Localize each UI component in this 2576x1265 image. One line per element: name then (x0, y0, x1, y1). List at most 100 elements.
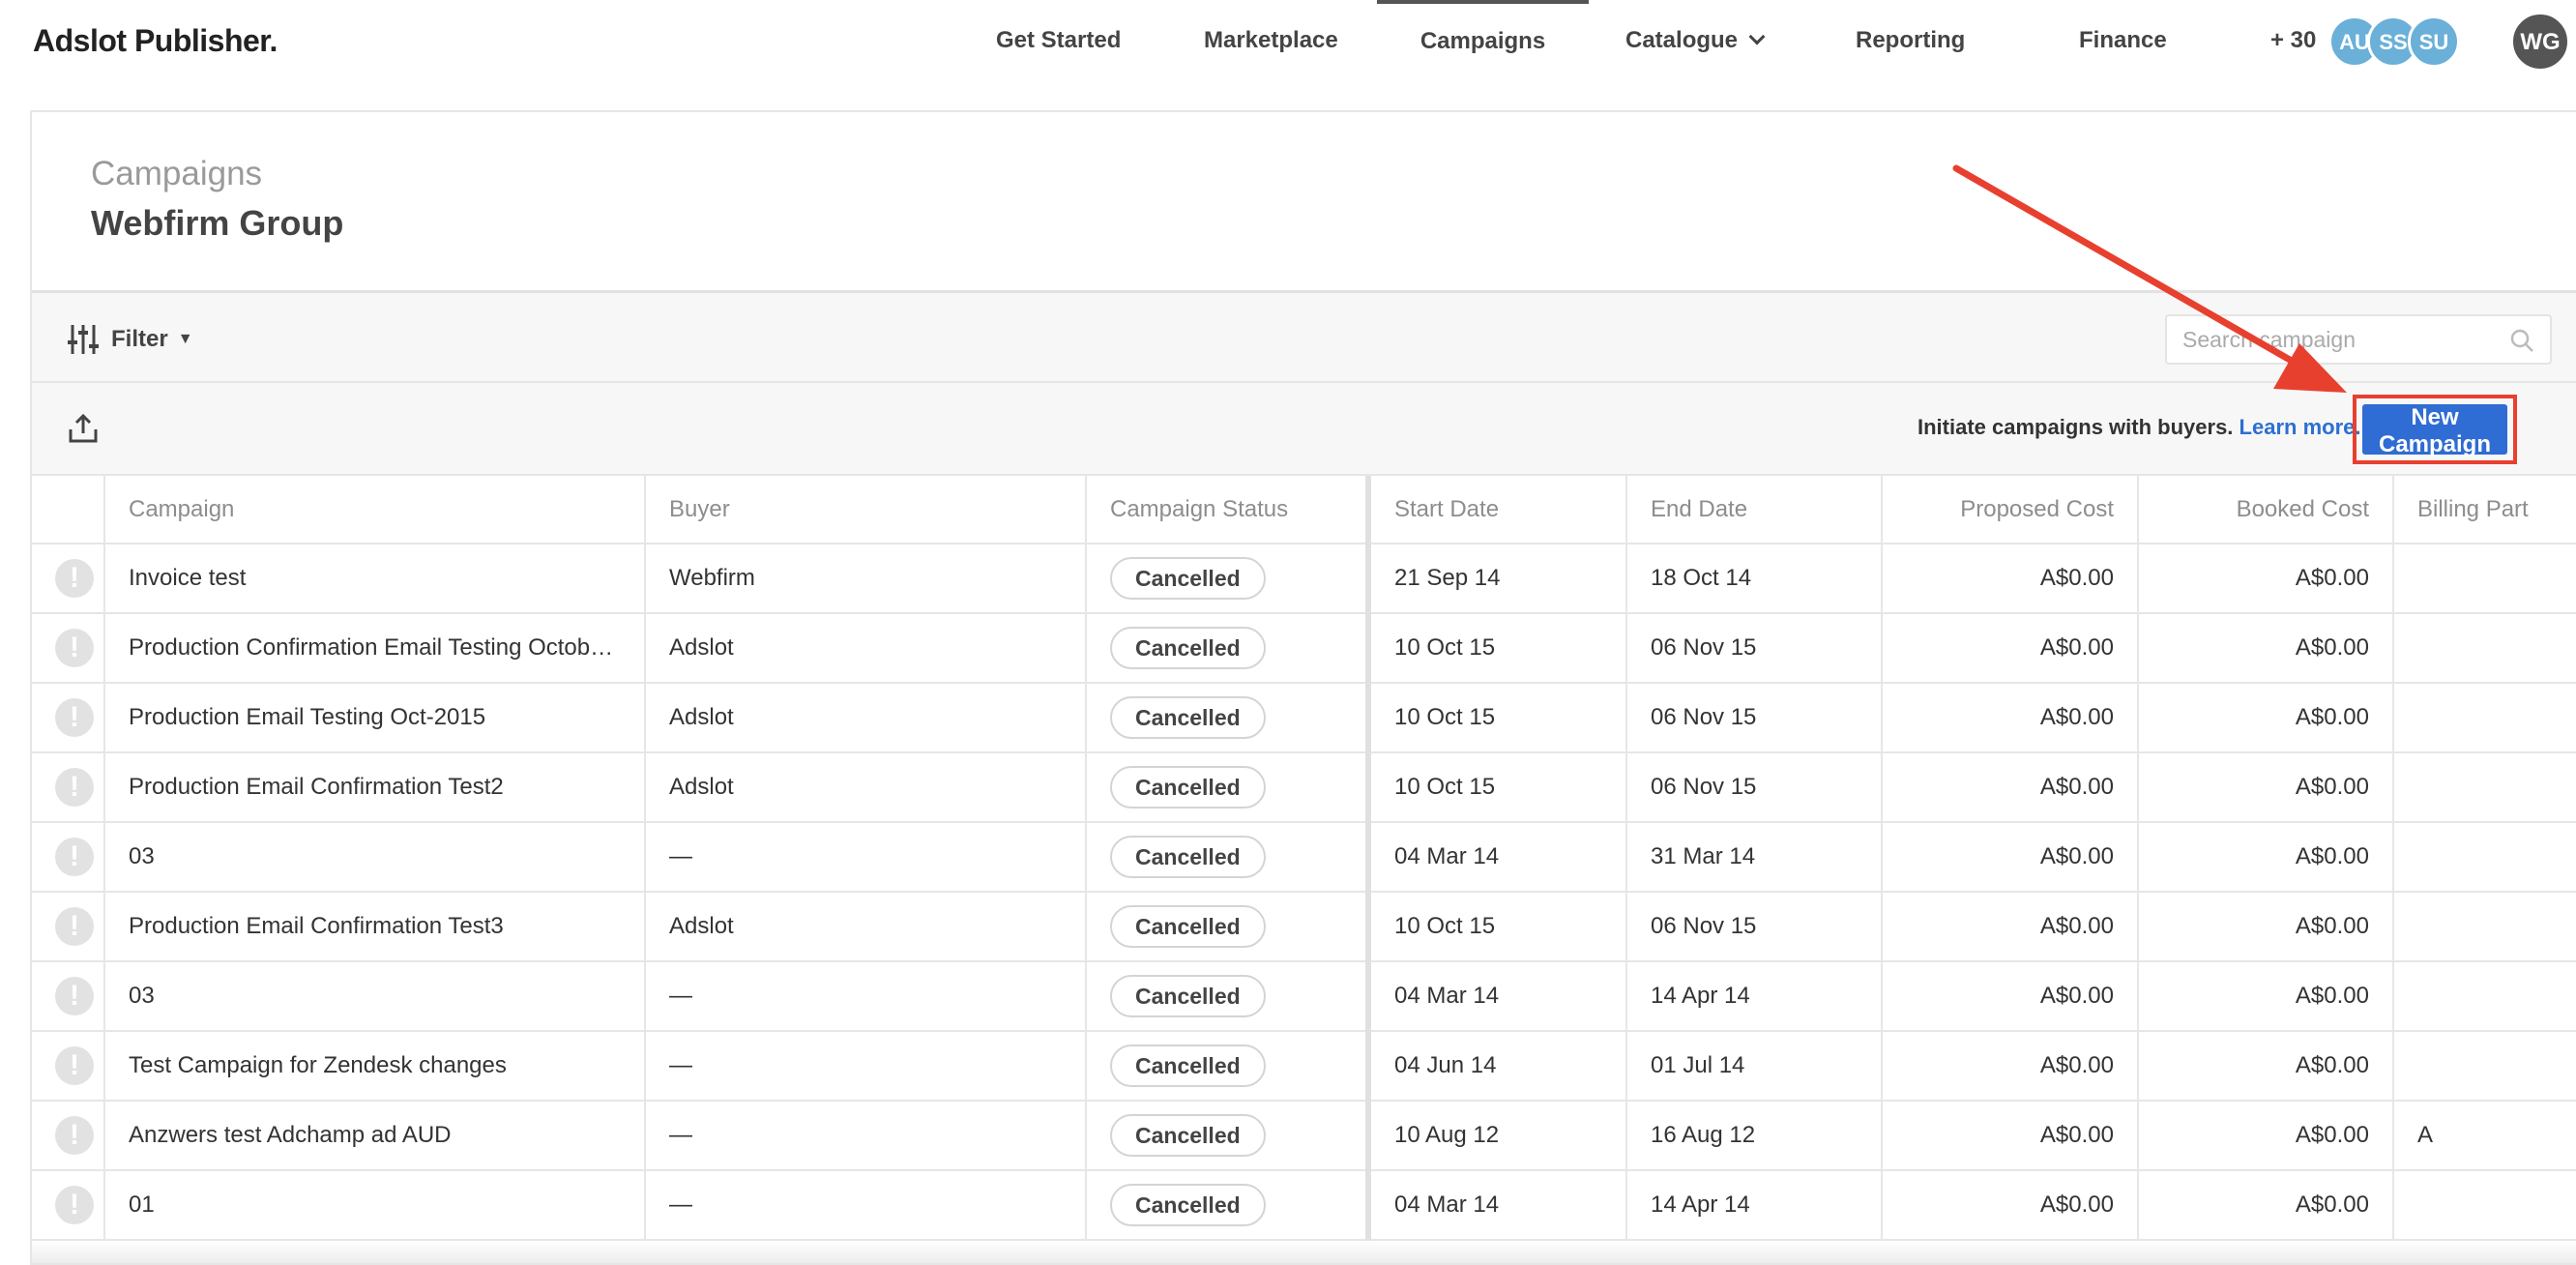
status-badge: Cancelled (1110, 766, 1266, 809)
table-header-row: Campaign Buyer Campaign Status Start Dat… (32, 476, 2576, 544)
column-header-buyer[interactable]: Buyer (645, 476, 1087, 544)
campaign-name-cell: 01 (104, 1170, 646, 1241)
proposed-cost-cell: A$0.00 (1882, 683, 2139, 753)
start-date-cell: 04 Mar 14 (1368, 822, 1627, 893)
alert-icon: ! (55, 1186, 94, 1224)
table-row[interactable]: ! 03— Cancelled 04 Mar 14 31 Mar 14 A$0.00 A$0… (32, 822, 2576, 893)
alert-icon: ! (55, 907, 94, 946)
column-header-status[interactable]: Campaign Status (1086, 476, 1371, 544)
nav-get-started[interactable]: Get Started (996, 0, 1121, 81)
learn-more-link[interactable]: Learn more. (2239, 415, 2361, 439)
status-badge: Cancelled (1110, 1114, 1266, 1157)
table-row[interactable]: ! Test Campaign for Zendesk changes — Cance… (32, 1031, 2576, 1102)
billing-partner-cell (2393, 683, 2576, 753)
buyer-cell: — (645, 822, 1087, 893)
alert-icon: ! (55, 1046, 94, 1085)
search-box (2165, 314, 2552, 365)
warning-icon: ! (32, 752, 105, 823)
start-date-cell: 04 Jun 14 (1368, 1031, 1627, 1102)
status-badge: Cancelled (1110, 1044, 1266, 1087)
status-badge: Cancelled (1110, 1184, 1266, 1226)
status-cell: Cancelled (1086, 683, 1371, 753)
nav-marketplace[interactable]: Marketplace (1204, 0, 1338, 81)
end-date-cell: 06 Nov 15 (1626, 892, 1883, 962)
nav-reporting[interactable]: Reporting (1856, 0, 1965, 81)
status-cell: Cancelled (1086, 1101, 1371, 1171)
table-row[interactable]: ! Production Email Confirmation Test2 Adsl… (32, 752, 2576, 823)
end-date-cell: 06 Nov 15 (1626, 613, 1883, 684)
status-cell: Cancelled (1086, 822, 1371, 893)
status-cell: Cancelled (1086, 961, 1371, 1032)
end-date-cell: 18 Oct 14 (1626, 544, 1883, 614)
table-row[interactable]: ! Production Confirmation Email Testing O… (32, 613, 2576, 684)
table-row[interactable]: ! Production Email Confirmation Test3 Adsl… (32, 892, 2576, 962)
end-date-cell: 06 Nov 15 (1626, 683, 1883, 753)
nav-catalogue[interactable]: Catalogue (1625, 0, 1766, 81)
new-campaign-button[interactable]: New Campaign (2362, 404, 2507, 457)
nav-campaigns[interactable]: Campaigns (1377, 0, 1589, 81)
column-header-booked-cost[interactable]: Booked Cost (2138, 476, 2394, 544)
column-header-end-date[interactable]: End Date (1626, 476, 1883, 544)
export-icon[interactable] (67, 412, 100, 445)
status-badge: Cancelled (1110, 905, 1266, 948)
column-header-icon (32, 476, 105, 544)
billing-partner-cell (2393, 1031, 2576, 1102)
billing-partner-cell (2393, 892, 2576, 962)
campaign-name-cell: 03 (104, 961, 646, 1032)
warning-icon: ! (32, 544, 105, 614)
nav-finance[interactable]: Finance (2079, 0, 2167, 81)
buyer-cell: — (645, 1170, 1087, 1241)
buyer-cell: — (645, 961, 1087, 1032)
search-icon[interactable] (2509, 328, 2534, 353)
billing-partner-cell (2393, 961, 2576, 1032)
alert-icon: ! (55, 629, 94, 667)
alert-icon: ! (55, 1116, 94, 1155)
proposed-cost-cell: A$0.00 (1882, 822, 2139, 893)
search-input[interactable] (2182, 316, 2502, 363)
alert-icon: ! (55, 838, 94, 876)
end-date-cell: 14 Apr 14 (1626, 1170, 1883, 1241)
buyer-cell: Webfirm (645, 544, 1087, 614)
table-row[interactable]: ! Invoice test Webfirm Cancelled 21 Sep 14 18… (32, 544, 2576, 614)
booked-cost-cell: A$0.00 (2138, 961, 2394, 1032)
campaign-name-cell: Production Email Testing Oct-2015 (104, 683, 646, 753)
table-row[interactable]: ! Production Email Testing Oct-2015 Adslot… (32, 683, 2576, 753)
proposed-cost-cell: A$0.00 (1882, 613, 2139, 684)
filter-button[interactable]: Filter ▼ (67, 322, 193, 357)
proposed-cost-cell: A$0.00 (1882, 544, 2139, 614)
campaign-name-cell: 03 (104, 822, 646, 893)
user-avatar[interactable]: WG (2510, 12, 2570, 72)
start-date-cell: 04 Mar 14 (1368, 961, 1627, 1032)
proposed-cost-cell: A$0.00 (1882, 892, 2139, 962)
filter-label: Filter (111, 326, 168, 352)
scroll-fade (32, 1240, 2576, 1263)
column-header-campaign[interactable]: Campaign (104, 476, 646, 544)
booked-cost-cell: A$0.00 (2138, 752, 2394, 823)
warning-icon: ! (32, 822, 105, 893)
status-badge: Cancelled (1110, 696, 1266, 739)
warning-icon: ! (32, 1101, 105, 1171)
table-row[interactable]: ! 01— Cancelled 04 Mar 14 14 Apr 14 A$0.00 A$0… (32, 1170, 2576, 1241)
column-header-proposed-cost[interactable]: Proposed Cost (1882, 476, 2139, 544)
brand-logo[interactable]: Adslot Publisher. (33, 23, 278, 59)
campaign-name-cell: Production Confirmation Email Testing Oc… (104, 613, 646, 684)
campaign-name-cell: Invoice test (104, 544, 646, 614)
more-users-count[interactable]: + 30 (2270, 0, 2316, 81)
status-badge: Cancelled (1110, 975, 1266, 1017)
booked-cost-cell: A$0.00 (2138, 683, 2394, 753)
buyer-cell: Adslot (645, 892, 1087, 962)
avatar[interactable]: SU (2408, 15, 2460, 68)
proposed-cost-cell: A$0.00 (1882, 1101, 2139, 1171)
column-header-start-date[interactable]: Start Date (1368, 476, 1627, 544)
billing-partner-cell (2393, 1170, 2576, 1241)
table-row[interactable]: ! Anzwers test Adchamp ad AUD — Cancelled 10… (32, 1101, 2576, 1171)
new-campaign-highlight: New Campaign (2353, 395, 2517, 464)
nav-campaigns-label: Campaigns (1420, 28, 1546, 54)
status-cell: Cancelled (1086, 892, 1371, 962)
start-date-cell: 21 Sep 14 (1368, 544, 1627, 614)
organization-name: Webfirm Group (91, 203, 344, 243)
column-header-billing-partner[interactable]: Billing Part (2393, 476, 2576, 544)
table-row[interactable]: ! 03— Cancelled 04 Mar 14 14 Apr 14 A$0.00 A$0… (32, 961, 2576, 1032)
page-title: Campaigns (91, 155, 263, 192)
alert-icon: ! (55, 698, 94, 737)
